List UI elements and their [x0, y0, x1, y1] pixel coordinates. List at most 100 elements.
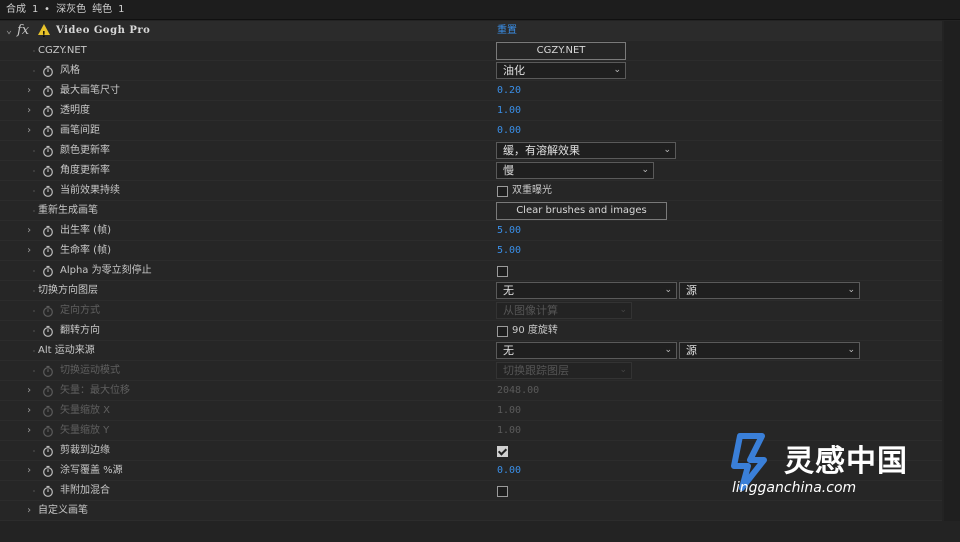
expand-arrow-icon[interactable]: › — [24, 241, 34, 261]
life-rate-value[interactable]: 5.00 — [497, 241, 521, 261]
param-label: 涂写覆盖 %源 — [60, 465, 123, 476]
dropdown-value: 源 — [686, 344, 697, 357]
checkbox-label: 90 度旋转 — [512, 325, 558, 336]
stopwatch-icon — [43, 425, 53, 437]
param-label: 画笔间距 — [60, 125, 100, 136]
brush-spacing-value[interactable]: 0.00 — [497, 121, 521, 141]
row-dot — [33, 270, 35, 272]
stopwatch-icon[interactable] — [42, 465, 54, 477]
stopwatch-icon[interactable] — [42, 125, 54, 137]
rotate-90-checkbox[interactable] — [497, 326, 508, 337]
stopwatch-icon[interactable] — [42, 225, 54, 237]
param-row-color-rate: 颜色更新率 缓，有溶解效果 ⌄ — [0, 141, 942, 161]
motion-source-dropdown[interactable]: 源 ⌄ — [679, 342, 860, 359]
color-rate-dropdown[interactable]: 缓，有溶解效果 ⌄ — [496, 142, 676, 159]
expand-arrow-icon[interactable]: › — [24, 121, 34, 141]
stopwatch-icon[interactable] — [42, 245, 54, 257]
effect-header-row[interactable]: ⌄ fx Video Gogh Pro 重置 — [0, 21, 942, 45]
stopwatch-icon[interactable] — [42, 165, 54, 177]
param-label: CGZY.NET — [38, 45, 87, 56]
alpha-stop-checkbox[interactable] — [497, 266, 508, 277]
coat-source-value[interactable]: 0.00 — [497, 461, 521, 481]
checkbox-label: 双重曝光 — [512, 185, 552, 196]
angle-rate-dropdown[interactable]: 慢 ⌄ — [496, 162, 654, 179]
chevron-down-icon: ⌄ — [847, 345, 855, 355]
reset-link[interactable]: 重置 — [497, 21, 517, 41]
style-dropdown[interactable]: 油化 ⌄ — [496, 62, 626, 79]
param-row-switch-dir: 切换方向图层 无 ⌄ 源 ⌄ — [0, 281, 942, 301]
chevron-down-icon: ⌄ — [613, 65, 621, 75]
row-dot — [33, 170, 35, 172]
row-dot — [33, 290, 35, 292]
expand-arrow-icon[interactable]: › — [24, 221, 34, 241]
vector-scale-x-value: 1.00 — [497, 405, 522, 416]
param-label: 矢量缩放 Y — [60, 425, 110, 436]
param-row-life: › 生命率 (帧) 5.00 — [0, 241, 942, 261]
dropdown-value: 慢 — [503, 164, 514, 177]
stopwatch-icon[interactable] — [42, 485, 54, 497]
stopwatch-icon[interactable] — [42, 145, 54, 157]
stopwatch-icon[interactable] — [42, 445, 54, 457]
row-dot — [33, 70, 35, 72]
expand-arrow-icon[interactable]: › — [24, 501, 34, 521]
param-row-max-brush: › 最大画笔尺寸 0.20 — [0, 81, 942, 101]
fx-toggle-icon[interactable]: fx — [17, 21, 29, 41]
stopwatch-icon[interactable] — [42, 325, 54, 337]
param-row-vec-x: › 矢量缩放 X 1.00 — [0, 401, 942, 421]
dropdown-value: 无 — [503, 284, 514, 297]
watermark-url: lingganchina.com — [732, 480, 857, 496]
expand-arrow-icon[interactable]: › — [24, 461, 34, 481]
birth-rate-value[interactable]: 5.00 — [497, 221, 521, 241]
stopwatch-icon[interactable] — [42, 65, 54, 77]
row-dot — [33, 350, 35, 352]
clear-brushes-button[interactable]: Clear brushes and images cached — [496, 202, 667, 232]
param-row-switch-motion: 切换运动模式 切换跟踪图层 ⌄ — [0, 361, 942, 381]
dropdown-value: 从图像计算 — [503, 304, 558, 317]
stopwatch-icon[interactable] — [42, 265, 54, 277]
row-dot — [33, 450, 35, 452]
param-label: 出生率 (帧) — [60, 225, 111, 236]
orient-dropdown: 从图像计算 ⌄ — [496, 302, 632, 319]
dropdown-value: 缓，有溶解效果 — [503, 144, 580, 157]
stopwatch-icon[interactable] — [42, 185, 54, 197]
cgzy-button[interactable]: CGZY.NET — [496, 42, 626, 60]
row-dot — [33, 330, 35, 332]
param-label: 风格 — [60, 65, 80, 76]
param-label: 透明度 — [60, 105, 90, 116]
param-row-cgzy: CGZY.NET CGZY.NET — [0, 41, 942, 61]
stopwatch-icon[interactable] — [42, 85, 54, 97]
double-exposure-checkbox[interactable] — [497, 186, 508, 197]
direction-layer-dropdown[interactable]: 无 ⌄ — [496, 282, 677, 299]
non-additive-checkbox[interactable] — [497, 486, 508, 497]
motion-layer-dropdown[interactable]: 无 ⌄ — [496, 342, 677, 359]
stopwatch-icon[interactable] — [42, 105, 54, 117]
row-dot — [33, 490, 35, 492]
composition-title: 合成 1 • 深灰色 纯色 1 — [0, 0, 960, 20]
stopwatch-icon — [43, 365, 53, 377]
chevron-down-icon: ⌄ — [847, 285, 855, 295]
clip-edge-checkbox[interactable] — [497, 446, 508, 457]
row-dot — [33, 150, 35, 152]
max-brush-value[interactable]: 0.20 — [497, 81, 521, 101]
dropdown-value: 源 — [686, 284, 697, 297]
watermark-brand: 灵感中国 — [784, 444, 908, 479]
param-label: 剪裁到边缘 — [60, 445, 110, 456]
expand-arrow-icon: › — [25, 385, 33, 396]
collapse-arrow-icon[interactable]: ⌄ — [4, 21, 14, 41]
vector-scale-y-value: 1.00 — [497, 425, 522, 436]
param-row-birth: › 出生率 (帧) 5.00 — [0, 221, 942, 241]
vertical-scrollbar[interactable] — [944, 21, 960, 521]
dropdown-value: 无 — [503, 344, 514, 357]
stopwatch-icon — [43, 385, 53, 397]
direction-source-dropdown[interactable]: 源 ⌄ — [679, 282, 860, 299]
param-label: 角度更新率 — [60, 165, 110, 176]
param-label: 颜色更新率 — [60, 145, 110, 156]
expand-arrow-icon[interactable]: › — [24, 101, 34, 121]
param-row-alpha-stop: Alpha 为零立刻停止 — [0, 261, 942, 281]
dropdown-value: 油化 — [503, 64, 525, 77]
expand-arrow-icon[interactable]: › — [24, 81, 34, 101]
param-label: Alpha 为零立刻停止 — [60, 265, 152, 276]
expand-arrow-icon: › — [25, 425, 33, 436]
param-row-alt-motion: Alt 运动来源 无 ⌄ 源 ⌄ — [0, 341, 942, 361]
opacity-value[interactable]: 1.00 — [497, 101, 521, 121]
